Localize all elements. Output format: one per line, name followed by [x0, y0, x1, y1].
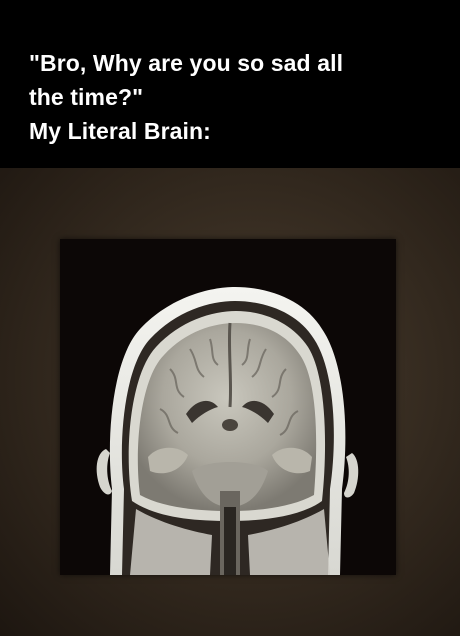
caption-text: "Bro, Why are you so sad all the time?" … [29, 46, 439, 148]
left-ear [96, 449, 112, 495]
caption-line-3: My Literal Brain: [29, 118, 211, 144]
mri-brain-scan-image [96, 287, 359, 575]
midline-fissure [227, 322, 233, 408]
caption-line-1: "Bro, Why are you so sad all [29, 50, 344, 76]
caption-band: "Bro, Why are you so sad all the time?" … [0, 0, 460, 168]
spinal-canal [224, 507, 236, 575]
caption-line-2: the time?" [29, 84, 144, 110]
right-ear [344, 453, 359, 498]
meme-canvas: "Bro, Why are you so sad all the time?" … [0, 0, 460, 636]
third-ventricle [222, 419, 238, 431]
